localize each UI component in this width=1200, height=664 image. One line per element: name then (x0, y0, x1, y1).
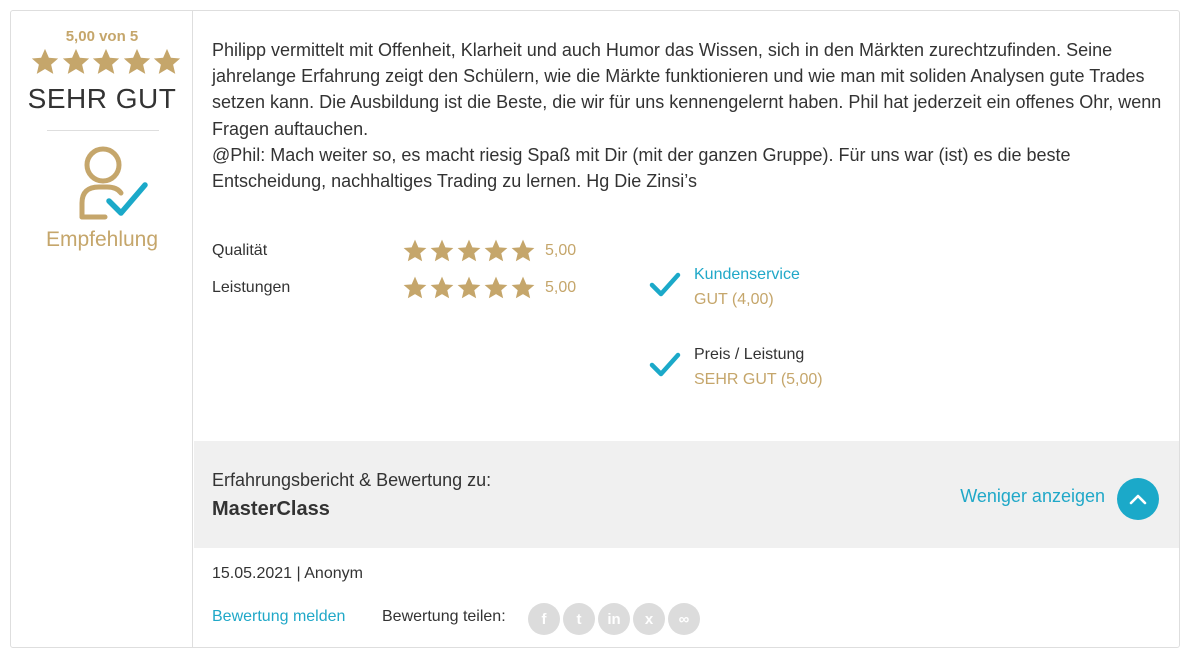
verdict: SEHR GUT (27, 83, 177, 114)
divider (47, 130, 159, 131)
check-item-price-value: Preis / Leistung SEHR GUT (5,00) (648, 342, 823, 392)
rating-label: Qualität (212, 242, 268, 259)
score-text: 5,00 von 5 (65, 28, 139, 45)
linkedin-icon[interactable]: in (598, 603, 630, 635)
link-icon[interactable]: ∞ (668, 603, 700, 635)
rating-value: 5,00 (545, 242, 577, 259)
product-bar: Erfahrungsbericht & Bewertung zu: Master… (194, 441, 1179, 548)
rating-value: 5,00 (545, 279, 577, 296)
star-icon (430, 239, 454, 262)
check-grade: GUT (4,00) (694, 291, 774, 308)
check-item-customer-service: Kundenservice GUT (4,00) (648, 262, 800, 312)
rating-stars (402, 275, 545, 301)
review-paragraph: Philipp vermittelt mit Offenheit, Klarhe… (212, 40, 1162, 139)
star-icon (484, 276, 508, 299)
rating-row-quality: Qualität 5,00 (212, 238, 576, 264)
check-title: Preis / Leistung (694, 346, 805, 363)
star-icon (484, 239, 508, 262)
overall-stars (30, 47, 182, 77)
review-card: 5,00 von 5 SEHR GUT Empfehlung Philipp v… (10, 10, 1180, 648)
star-icon (31, 48, 59, 74)
star-icon (123, 48, 150, 74)
recommendation-label: Empfehlung (45, 228, 159, 251)
collapse-button[interactable] (1117, 478, 1159, 520)
twitter-icon[interactable]: t (563, 603, 595, 635)
rating-row-services: Leistungen 5,00 (212, 275, 576, 301)
user-check-icon (79, 146, 148, 220)
facebook-icon[interactable]: f (528, 603, 560, 635)
rating-label: Leistungen (212, 279, 291, 296)
star-icon (92, 48, 120, 74)
star-icon (403, 276, 427, 299)
product-label: Erfahrungsbericht & Bewertung zu: (212, 470, 492, 490)
star-icon (511, 276, 535, 299)
checkmark-icon (649, 272, 681, 297)
report-review-link[interactable]: Bewertung melden (212, 608, 345, 626)
star-icon (457, 276, 481, 299)
review-paragraph: @Phil: Mach weiter so, es macht riesig S… (212, 144, 1071, 192)
share-icons: f t in x ∞ (528, 603, 700, 635)
check-title[interactable]: Kundenservice (694, 262, 800, 287)
chevron-up-icon (1129, 494, 1147, 505)
star-icon (457, 239, 481, 262)
review-text: Philipp vermittelt mit Offenheit, Klarhe… (212, 37, 1162, 194)
summary-column: 5,00 von 5 SEHR GUT Empfehlung (11, 11, 193, 647)
check-grade: SEHR GUT (5,00) (694, 371, 823, 388)
review-column: Philipp vermittelt mit Offenheit, Klarhe… (194, 11, 1179, 647)
star-icon (511, 239, 535, 262)
xing-icon[interactable]: x (633, 603, 665, 635)
checkmark-icon (649, 352, 681, 377)
star-icon (403, 239, 427, 262)
rating-stars (402, 238, 545, 264)
show-less-link[interactable]: Weniger anzeigen (960, 486, 1105, 507)
review-meta: 15.05.2021 | Anonym (212, 565, 363, 582)
share-label: Bewertung teilen: (382, 608, 506, 625)
star-icon (430, 276, 454, 299)
star-icon (153, 48, 181, 74)
product-name: MasterClass (212, 498, 330, 520)
star-icon (62, 48, 89, 74)
